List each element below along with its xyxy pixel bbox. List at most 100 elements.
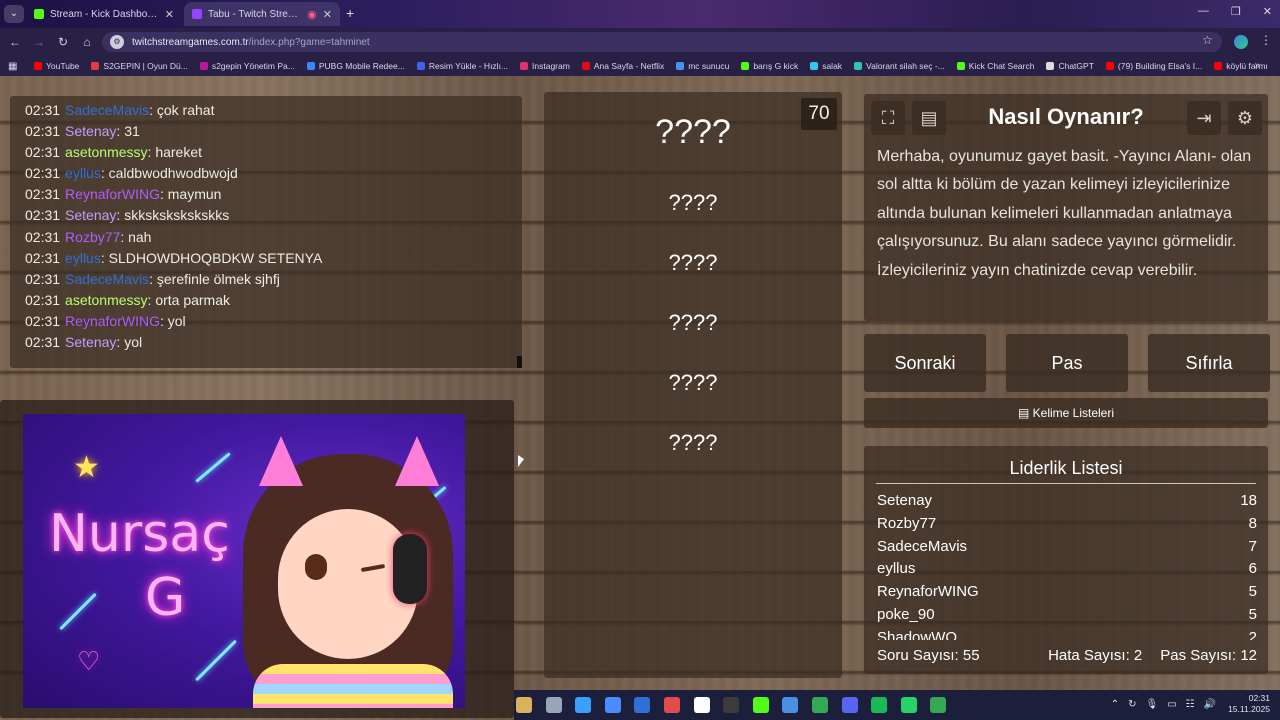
- chat-scrollbar[interactable]: [517, 356, 522, 368]
- chat-panel: 02:31 SadeceMavis: çok rahat 02:31 Setenay:…: [10, 96, 522, 368]
- taskbar-app-icon[interactable]: [723, 697, 740, 713]
- volume-icon[interactable]: 🔊: [1204, 699, 1216, 710]
- profile-avatar[interactable]: [1234, 35, 1248, 49]
- neon-line-decoration: [195, 639, 237, 682]
- word-lists-button[interactable]: ▤ Kelime Listeleri: [864, 398, 1268, 428]
- taskbar-app-icon[interactable]: [811, 697, 828, 713]
- bookmark-favicon-icon: [416, 62, 425, 70]
- bookmark-favicon-icon: [91, 62, 100, 70]
- chat-username[interactable]: asetonmessy: [65, 292, 147, 308]
- bookmark-item[interactable]: Ana Sayfa - Netflix: [581, 61, 665, 71]
- tab-title: Tabu - Twitch Stream Game: [208, 8, 302, 20]
- bookmark-label: salak: [822, 61, 843, 71]
- bookmark-item[interactable]: mc sunucu: [676, 61, 729, 71]
- taskbar-app-icon[interactable]: [545, 697, 562, 713]
- chat-username[interactable]: Setenay: [65, 123, 116, 139]
- bookmark-item[interactable]: YouTube: [34, 61, 79, 71]
- bookmark-item[interactable]: s2gepin Yönetim Pa...: [199, 61, 295, 71]
- bookmark-label: s2gepin Yönetim Pa...: [211, 61, 295, 71]
- chat-username[interactable]: SadeceMavis: [65, 102, 149, 118]
- chat-username[interactable]: ReynaforWING: [65, 186, 160, 202]
- site-info-icon[interactable]: ⚙: [110, 35, 124, 49]
- browser-tab-kick[interactable]: Stream - Kick Dashboard ✕: [26, 2, 182, 26]
- home-icon[interactable]: ⌂: [75, 35, 99, 49]
- minimize-icon[interactable]: —: [1198, 5, 1209, 18]
- taskbar-clock[interactable]: 02:31 15.11.2025: [1228, 693, 1270, 715]
- tab-search-icon[interactable]: ⌄: [4, 5, 24, 23]
- leaderboard-row: eyllus 6: [877, 558, 1257, 581]
- bookmark-item[interactable]: barış G kick: [741, 61, 798, 71]
- maximize-icon[interactable]: ❐: [1231, 5, 1241, 18]
- pass-button[interactable]: Pas: [1006, 334, 1128, 392]
- chat-username[interactable]: eyllus: [65, 250, 101, 266]
- reload-icon[interactable]: ↻: [51, 35, 75, 49]
- taskbar-app-icon[interactable]: [900, 697, 917, 713]
- browser-tab-tabu[interactable]: Tabu - Twitch Stream Game ◉ ✕: [184, 2, 340, 26]
- chat-username[interactable]: eyllus: [65, 165, 101, 181]
- close-tab-icon[interactable]: ✕: [323, 8, 332, 21]
- bookmark-item[interactable]: salak: [810, 61, 842, 71]
- reset-button[interactable]: Sıfırla: [1148, 334, 1270, 392]
- new-tab-button[interactable]: +: [346, 5, 354, 21]
- chat-username[interactable]: Rozby77: [65, 229, 120, 245]
- chevron-up-icon[interactable]: ⌃: [1111, 699, 1119, 710]
- chat-timestamp: 02:31: [25, 186, 61, 203]
- taskbar-app-icon[interactable]: [841, 697, 858, 713]
- bookmark-item[interactable]: Instagram: [520, 61, 570, 71]
- chat-timestamp: 02:31: [25, 291, 61, 308]
- bookmark-item[interactable]: Valorant silah seç -...: [854, 61, 945, 71]
- neon-line-decoration: [195, 452, 231, 483]
- cast-icon[interactable]: ▭: [1167, 699, 1176, 710]
- leaderboard-row: SadeceMavis 7: [877, 536, 1257, 559]
- leaderboard-list[interactable]: Setenay 18 Rozby77 8 SadeceMavis 7 eyllus 6 Reyn…: [877, 490, 1257, 640]
- browser-menu-icon[interactable]: ⋮: [1260, 33, 1272, 47]
- forward-icon[interactable]: →: [27, 35, 51, 49]
- microphone-icon[interactable]: 🎙: [1146, 699, 1159, 710]
- bookmark-label: Ana Sayfa - Netflix: [593, 61, 665, 71]
- chat-message: 02:31 Setenay: skkskskskskskks: [25, 205, 522, 226]
- twitch-favicon-icon: [192, 9, 202, 19]
- taskbar-app-icon[interactable]: [930, 697, 947, 713]
- address-bar[interactable]: ⚙ twitchstreamgames.com.tr /index.php?ga…: [102, 32, 1222, 52]
- chat-username[interactable]: ReynaforWING: [65, 313, 160, 329]
- bookmark-item[interactable]: ChatGPT: [1046, 61, 1094, 71]
- forbidden-word: ????: [668, 430, 718, 455]
- apps-grid-icon[interactable]: ▦: [8, 61, 20, 72]
- close-tab-icon[interactable]: ✕: [165, 8, 174, 21]
- bookmark-item[interactable]: PUBG Mobile Redee...: [306, 61, 405, 71]
- bookmark-item[interactable]: Resim Yükle - Hızlı...: [416, 61, 508, 71]
- next-button[interactable]: Sonraki: [864, 334, 986, 392]
- system-tray: ⌃ ↻ 🎙 ▭ ☷ 🔊 02:31 15.11.2025: [1102, 693, 1270, 715]
- error-count: Hata Sayısı: 2: [1048, 647, 1143, 664]
- player-name: ShadowWO: [877, 628, 958, 640]
- chat-username[interactable]: Setenay: [65, 207, 116, 223]
- taskbar-app-icon[interactable]: [693, 697, 710, 713]
- bookmark-item[interactable]: Kick Chat Search: [956, 61, 1034, 71]
- chat-username[interactable]: Setenay: [65, 334, 116, 350]
- gear-icon[interactable]: ⚙: [1228, 101, 1262, 135]
- close-window-icon[interactable]: ✕: [1263, 5, 1272, 18]
- chat-text: maymun: [167, 186, 222, 203]
- taskbar-app-icon[interactable]: [516, 697, 532, 713]
- taskbar-app-icon[interactable]: [782, 697, 799, 713]
- logout-icon[interactable]: ⇥: [1187, 101, 1221, 135]
- taskbar-app-icon[interactable]: [604, 697, 621, 713]
- bookmarks-bar: ▦ YouTube S2GEPIN | Oyun Dü... s2gepin Yön…: [0, 56, 1280, 76]
- bookmark-star-icon[interactable]: ☆: [1202, 33, 1213, 47]
- network-icon[interactable]: ☷: [1186, 699, 1195, 710]
- chat-separator: :: [120, 228, 129, 245]
- more-bookmarks-icon[interactable]: »: [1254, 60, 1260, 71]
- back-icon[interactable]: ←: [3, 35, 27, 49]
- taskbar-app-icon[interactable]: [575, 697, 592, 713]
- chat-username[interactable]: SadeceMavis: [65, 271, 149, 287]
- bookmark-item[interactable]: (79) Building Elsa's I...: [1105, 61, 1202, 71]
- sync-icon[interactable]: ↻: [1128, 699, 1136, 710]
- taskbar-app-icon[interactable]: [634, 697, 651, 713]
- chat-username[interactable]: asetonmessy: [65, 144, 147, 160]
- bookmark-item[interactable]: S2GEPIN | Oyun Dü...: [91, 61, 188, 71]
- taskbar-app-icon[interactable]: [752, 697, 769, 713]
- taskbar-app-icon[interactable]: [663, 697, 680, 713]
- forbidden-word: ????: [668, 190, 718, 215]
- chat-timestamp: 02:31: [25, 102, 61, 118]
- taskbar-app-icon[interactable]: [871, 697, 888, 713]
